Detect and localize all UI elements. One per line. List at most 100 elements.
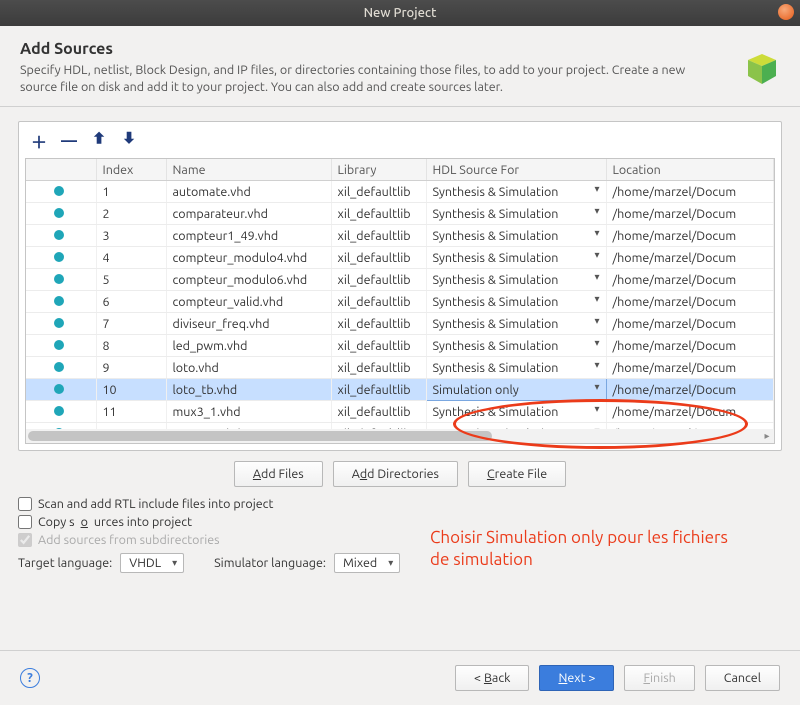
file-type-icon [26, 291, 96, 313]
file-type-icon [26, 357, 96, 379]
cell-index: 2 [96, 203, 166, 225]
page-title: Add Sources [20, 40, 780, 58]
cell-library[interactable]: xil_defaultlib [331, 291, 426, 313]
cell-hdl-source[interactable]: Synthesis & Simulation [426, 181, 606, 203]
back-button[interactable]: < Back [455, 665, 529, 691]
table-row[interactable]: 6compteur_valid.vhdxil_defaultlibSynthes… [26, 291, 774, 313]
cell-index: 5 [96, 269, 166, 291]
cell-location: /home/marzel/Docum [606, 291, 774, 313]
vivado-logo-icon [746, 54, 778, 86]
cell-library[interactable]: xil_defaultlib [331, 357, 426, 379]
cell-name: compteur_modulo6.vhd [166, 269, 331, 291]
file-type-icon [26, 379, 96, 401]
target-language-label: Target language: [18, 556, 112, 570]
file-type-icon [26, 335, 96, 357]
add-icon[interactable]: ＋ [27, 130, 51, 152]
cell-name: loto.vhd [166, 357, 331, 379]
finish-button: Finish [624, 665, 694, 691]
sources-table: Index Name Library HDL Source For Locati… [26, 159, 774, 444]
cell-hdl-source[interactable]: Synthesis & Simulation [426, 203, 606, 225]
add-files-button[interactable]: Add Files [234, 461, 323, 487]
scroll-right-icon[interactable]: ▸ [760, 429, 774, 443]
cell-location: /home/marzel/Docum [606, 269, 774, 291]
cell-library[interactable]: xil_defaultlib [331, 203, 426, 225]
check-scan[interactable]: Scan and add RTL include files into proj… [18, 497, 782, 511]
file-type-icon [26, 401, 96, 423]
table-row[interactable]: 4compteur_modulo4.vhdxil_defaultlibSynth… [26, 247, 774, 269]
table-row[interactable]: 1automate.vhdxil_defaultlibSynthesis & S… [26, 181, 774, 203]
col-library[interactable]: Library [331, 159, 426, 181]
check-scan-box[interactable] [18, 497, 32, 511]
cell-hdl-source[interactable]: Synthesis & Simulation [426, 401, 606, 423]
footer: ? < Back Next > Finish Cancel [0, 650, 800, 705]
cell-hdl-source[interactable]: Synthesis & Simulation [426, 291, 606, 313]
remove-icon[interactable]: — [57, 130, 81, 152]
scrollbar-thumb[interactable] [28, 431, 492, 441]
table-row[interactable]: 9loto.vhdxil_defaultlibSynthesis & Simul… [26, 357, 774, 379]
move-up-icon[interactable]: 🠭 [87, 130, 111, 152]
cell-library[interactable]: xil_defaultlib [331, 335, 426, 357]
cell-location: /home/marzel/Docum [606, 247, 774, 269]
col-hdl[interactable]: HDL Source For [426, 159, 606, 181]
cell-library[interactable]: xil_defaultlib [331, 247, 426, 269]
cell-library[interactable]: xil_defaultlib [331, 401, 426, 423]
table-row[interactable]: 3compteur1_49.vhdxil_defaultlibSynthesis… [26, 225, 774, 247]
cell-location: /home/marzel/Docum [606, 379, 774, 401]
cell-name: comparateur.vhd [166, 203, 331, 225]
cell-library[interactable]: xil_defaultlib [331, 181, 426, 203]
cell-library[interactable]: xil_defaultlib [331, 379, 426, 401]
cell-hdl-source[interactable]: Synthesis & Simulation [426, 269, 606, 291]
check-copy[interactable]: Copy sources into project [18, 515, 782, 529]
table-row[interactable]: 2comparateur.vhdxil_defaultlibSynthesis … [26, 203, 774, 225]
file-type-icon [26, 181, 96, 203]
file-type-icon [26, 269, 96, 291]
add-directories-button[interactable]: Add Directories [333, 461, 458, 487]
col-name[interactable]: Name [166, 159, 331, 181]
move-down-icon[interactable]: 🠯 [117, 130, 141, 152]
cell-hdl-source[interactable]: Synthesis & Simulation [426, 335, 606, 357]
cell-hdl-source[interactable]: Simulation only [426, 379, 606, 401]
header-panel: Add Sources Specify HDL, netlist, Block … [0, 26, 800, 107]
sources-panel: ＋ — 🠭 🠯 Index Name Library HDL Source Fo… [18, 121, 782, 451]
cell-library[interactable]: xil_defaultlib [331, 225, 426, 247]
col-index[interactable]: Index [96, 159, 166, 181]
create-file-button[interactable]: Create File [468, 461, 566, 487]
col-location[interactable]: Location [606, 159, 774, 181]
source-buttons-row: Add Files Add Directories Create File [18, 461, 782, 487]
cancel-button[interactable]: Cancel [705, 665, 780, 691]
table-row[interactable]: 5compteur_modulo6.vhdxil_defaultlibSynth… [26, 269, 774, 291]
cell-location: /home/marzel/Docum [606, 357, 774, 379]
cell-index: 4 [96, 247, 166, 269]
cell-hdl-source[interactable]: Synthesis & Simulation [426, 357, 606, 379]
next-button[interactable]: Next > [539, 665, 614, 691]
cell-hdl-source[interactable]: Synthesis & Simulation [426, 225, 606, 247]
table-row[interactable]: 8led_pwm.vhdxil_defaultlibSynthesis & Si… [26, 335, 774, 357]
cell-index: 3 [96, 225, 166, 247]
cell-name: led_pwm.vhd [166, 335, 331, 357]
table-row[interactable]: 10loto_tb.vhdxil_defaultlibSimulation on… [26, 379, 774, 401]
simulator-language-label: Simulator language: [214, 556, 326, 570]
cell-name: compteur1_49.vhd [166, 225, 331, 247]
help-icon[interactable]: ? [20, 668, 40, 688]
cell-name: compteur_modulo4.vhd [166, 247, 331, 269]
horizontal-scrollbar[interactable]: ◂ ▸ [26, 429, 774, 443]
cell-name: diviseur_freq.vhd [166, 313, 331, 335]
cell-library[interactable]: xil_defaultlib [331, 313, 426, 335]
table-header-row: Index Name Library HDL Source For Locati… [26, 159, 774, 181]
check-scan-label: Scan and add RTL include files into proj… [38, 497, 273, 511]
cell-hdl-source[interactable]: Synthesis & Simulation [426, 313, 606, 335]
check-subdirs: Add sources from subdirectories [18, 533, 782, 547]
table-row[interactable]: 7diviseur_freq.vhdxil_defaultlibSynthesi… [26, 313, 774, 335]
cell-name: mux3_1.vhd [166, 401, 331, 423]
table-row[interactable]: 11mux3_1.vhdxil_defaultlibSynthesis & Si… [26, 401, 774, 423]
language-row: Target language: VHDL Simulator language… [18, 553, 782, 573]
simulator-language-select[interactable]: Mixed [334, 553, 400, 573]
target-language-select[interactable]: VHDL [120, 553, 184, 573]
check-copy-box[interactable] [18, 515, 32, 529]
cell-location: /home/marzel/Docum [606, 181, 774, 203]
col-blank[interactable] [26, 159, 96, 181]
cell-location: /home/marzel/Docum [606, 225, 774, 247]
close-icon[interactable] [778, 4, 794, 20]
cell-library[interactable]: xil_defaultlib [331, 269, 426, 291]
cell-hdl-source[interactable]: Synthesis & Simulation [426, 247, 606, 269]
